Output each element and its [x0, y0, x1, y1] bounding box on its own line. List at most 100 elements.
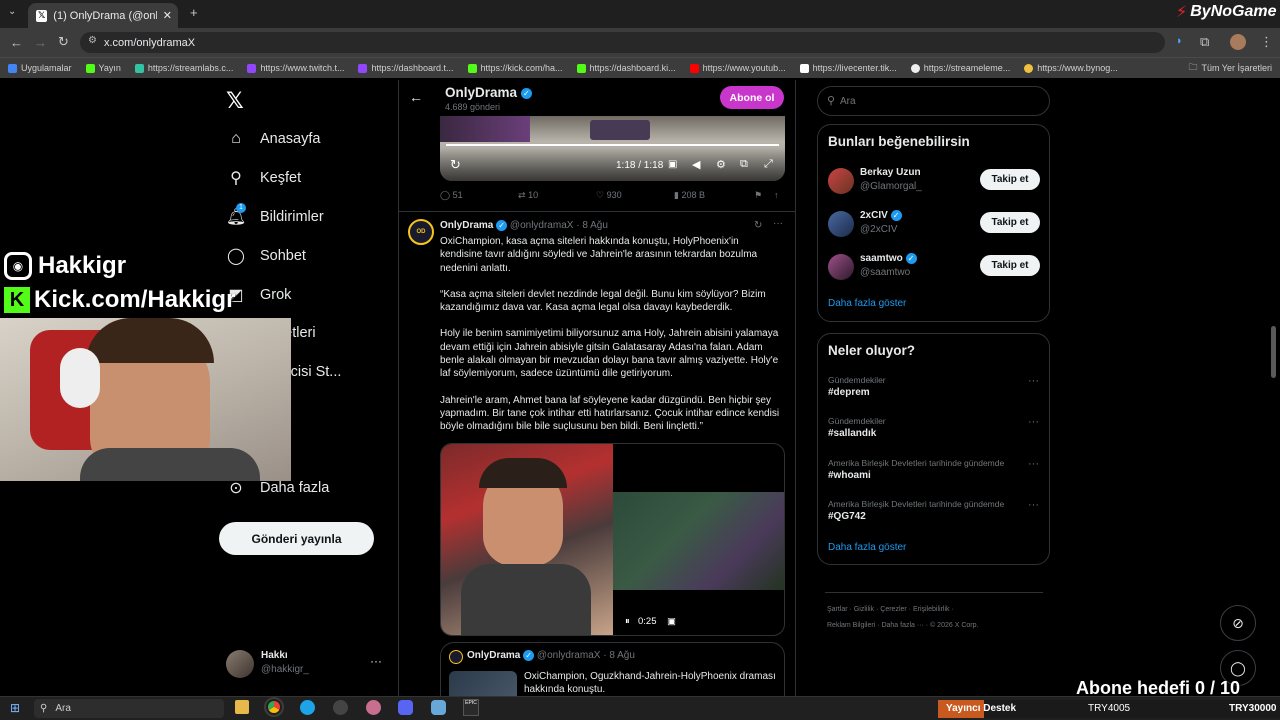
bookmark-dashboard-kick[interactable]: https://dashboard.ki...: [576, 63, 676, 73]
search-input[interactable]: Ara: [840, 96, 856, 107]
folder-icon: 🗀: [1188, 62, 1198, 72]
extension-icon[interactable]: ◗: [1176, 35, 1183, 47]
suggestion-row[interactable]: 2xCIV ✓ @2xCIV Takip et: [828, 210, 1043, 242]
bookmark-yayin[interactable]: Yayın: [85, 63, 121, 73]
nav-item-explore[interactable]: ⚲ Keşfet: [226, 163, 301, 193]
tweet-video[interactable]: ⏸︎ 0:25 ▣: [440, 443, 785, 636]
repost-action[interactable]: ⇄ 10: [518, 190, 538, 201]
trend-more-icon[interactable]: ···: [1028, 458, 1039, 470]
like-action[interactable]: ♡ 930: [596, 190, 622, 201]
settings-gear-icon[interactable]: ⚙: [716, 158, 726, 171]
reply-action[interactable]: ◯ 51: [440, 190, 463, 201]
obs-icon[interactable]: [333, 700, 348, 715]
verified-icon: ✓: [496, 220, 508, 231]
nav-item-label: Daha fazla: [260, 480, 330, 496]
browser-tab[interactable]: 𝕏 (1) OnlyDrama (@onlydramaX) ✕: [28, 3, 178, 28]
account-switcher[interactable]: Hakkı @hakkigr_ ···: [226, 648, 396, 680]
kick-icon: [85, 63, 95, 73]
chrome-icon[interactable]: [264, 697, 284, 717]
account-menu-icon[interactable]: ···: [370, 654, 382, 668]
app-icon[interactable]: [431, 700, 446, 715]
views-action[interactable]: ▮ 208 B: [674, 190, 705, 201]
close-tab-icon[interactable]: ✕: [163, 9, 172, 22]
footer-links[interactable]: Şartlar · Gizlilik · Çerezler · Erişileb…: [827, 606, 954, 613]
suggestion-row[interactable]: Berkay Uzun @Glamorgal_ Takip et: [828, 167, 1043, 199]
show-more-link[interactable]: Daha fazla göster: [828, 542, 906, 553]
footer-links-2[interactable]: Reklam Bilgileri · Daha fazla ··· · © 20…: [827, 622, 978, 629]
tweet-author-handle[interactable]: @onlydramaX: [510, 220, 574, 231]
discord-icon[interactable]: [398, 700, 413, 715]
bookmark-dashboard-twitch[interactable]: https://dashboard.t...: [358, 63, 454, 73]
bookmark-twitch[interactable]: https://www.twitch.t...: [247, 63, 344, 73]
video-player[interactable]: ↻ 1:18 / 1:18 ▣ ◀︎ ⚙ ⧉ ⤢: [440, 116, 785, 181]
profile-avatar[interactable]: [1230, 34, 1246, 50]
menu-dots-icon[interactable]: ⋮: [1260, 34, 1273, 50]
trend-more-icon[interactable]: ···: [1028, 499, 1039, 511]
trend-item[interactable]: Gündemdekiler #deprem ···: [828, 375, 1043, 405]
trend-item[interactable]: Amerika Birleşik Devletleri tarihinde gü…: [828, 458, 1043, 488]
back-arrow-icon[interactable]: ←: [409, 89, 423, 105]
share-icon[interactable]: ↑: [774, 190, 779, 200]
popout-icon[interactable]: ⧉: [740, 158, 748, 171]
video-person-shirt: [461, 564, 591, 635]
nav-item-home[interactable]: ⌂ Anasayfa: [226, 124, 320, 154]
app-icon[interactable]: [366, 700, 381, 715]
scrollbar-thumb[interactable]: [1271, 326, 1276, 378]
captions-icon[interactable]: ▣: [668, 159, 677, 170]
bookmark-streameleme[interactable]: https://streameleme...: [910, 63, 1010, 73]
trend-item[interactable]: Amerika Birleşik Devletleri tarihinde gü…: [828, 499, 1043, 529]
verified-icon: ✓: [890, 210, 902, 221]
bookmark-kick[interactable]: https://kick.com/ha...: [467, 63, 563, 73]
trend-item[interactable]: Gündemdekiler #sallandık ···: [828, 416, 1043, 446]
search-box[interactable]: ⚲ Ara: [817, 86, 1050, 116]
x-logo-icon[interactable]: 𝕏: [226, 88, 244, 114]
epic-games-icon[interactable]: EPIC: [463, 699, 479, 716]
tweet-date[interactable]: 8 Ağu: [582, 220, 608, 231]
back-icon[interactable]: ←: [10, 35, 23, 50]
follow-button[interactable]: Takip et: [980, 255, 1040, 276]
bookmark-bynogame[interactable]: https://www.bynog...: [1024, 63, 1118, 73]
reload-icon[interactable]: ↻: [58, 34, 69, 50]
forward-icon[interactable]: →: [34, 35, 47, 50]
url-text: x.com/onlydramaX: [104, 36, 196, 49]
replay-icon[interactable]: ↻: [450, 157, 461, 173]
bookmark-youtube[interactable]: https://www.youtub...: [689, 63, 786, 73]
grok-floating-button[interactable]: ⊘: [1220, 605, 1256, 641]
windows-start-icon[interactable]: ⊞: [10, 701, 20, 715]
bookmark-streamlabs[interactable]: https://streamlabs.c...: [134, 63, 233, 73]
post-button[interactable]: Gönderi yayınla: [219, 522, 374, 555]
grok-explain-icon[interactable]: ↻: [754, 220, 762, 231]
bookmark-tiktok[interactable]: https://livecenter.tik...: [799, 63, 897, 73]
site-info-icon[interactable]: ⚙: [88, 35, 97, 46]
trend-more-icon[interactable]: ···: [1028, 416, 1039, 428]
all-bookmarks[interactable]: 🗀 Tüm Yer İşaretleri: [1188, 60, 1272, 76]
nav-item-chat[interactable]: ◯ Sohbet: [226, 241, 306, 271]
edge-icon[interactable]: [300, 700, 315, 715]
bookmark-action-icon[interactable]: ⚑: [754, 190, 762, 201]
follow-button[interactable]: Takip et: [980, 169, 1040, 190]
tweet-more-icon[interactable]: ···: [773, 218, 783, 229]
volume-icon[interactable]: ◀︎: [692, 158, 700, 171]
new-tab-icon[interactable]: +: [190, 5, 198, 20]
video-pause-icon[interactable]: ⏸︎: [625, 616, 630, 627]
tweet-author-name[interactable]: OnlyDrama: [440, 220, 493, 231]
follow-button[interactable]: Takip et: [980, 212, 1040, 233]
fullscreen-icon[interactable]: ⤢: [764, 158, 773, 171]
subscribe-button[interactable]: Abone ol: [720, 86, 784, 109]
tab-list-icon[interactable]: ⌄: [8, 6, 16, 17]
bookmark-apps[interactable]: Uygulamalar: [8, 63, 72, 73]
file-explorer-icon[interactable]: [235, 700, 249, 714]
trend-more-icon[interactable]: ···: [1028, 375, 1039, 387]
show-more-link[interactable]: Daha fazla göster: [828, 298, 906, 309]
extensions-puzzle-icon[interactable]: ⧉: [1200, 34, 1209, 50]
taskbar-search[interactable]: ⚲ Ara: [34, 699, 224, 718]
video-captions-icon[interactable]: ▣: [667, 616, 676, 627]
video-progress-bar[interactable]: [446, 144, 779, 146]
nav-item-notifications[interactable]: 🔔︎ 1 Bildirimler: [226, 202, 324, 232]
nav-item-grok[interactable]: ◩ Grok: [226, 280, 291, 310]
bookmark-label: Tüm Yer İşaretleri: [1201, 63, 1272, 73]
url-bar[interactable]: ⚙ x.com/onlydramaX: [80, 32, 1165, 53]
suggestion-row[interactable]: saamtwo ✓ @saamtwo Takip et: [828, 253, 1043, 285]
tweet-avatar[interactable]: OD: [408, 219, 434, 245]
nav-item-label: Grok: [260, 287, 292, 303]
